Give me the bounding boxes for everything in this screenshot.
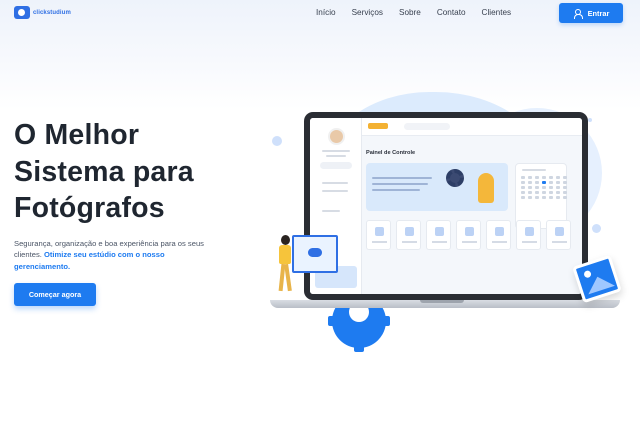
decor-dot (588, 118, 592, 122)
shortcut-card (516, 220, 541, 250)
hero-illustration: Painel de Controle (262, 88, 640, 352)
nav-link-servicos[interactable]: Serviços (352, 8, 383, 17)
dashboard-logo (368, 123, 388, 129)
hero-title-line-3: Fotógrafos (14, 192, 165, 224)
brand-name: clickstudium (33, 9, 71, 16)
cloud-upload-icon (308, 248, 322, 257)
hero-title: O Melhor Sistema para Fotógrafos (14, 117, 264, 227)
brand-logo[interactable]: clickstudium (14, 6, 71, 19)
hero-subtitle: Segurança, organização e boa experiência… (14, 238, 214, 272)
top-navbar: clickstudium Início Serviços Sobre Conta… (0, 0, 640, 26)
decor-dot (592, 224, 601, 233)
shortcut-card (546, 220, 571, 250)
upload-board (292, 235, 338, 273)
nav-link-sobre[interactable]: Sobre (399, 8, 421, 17)
dashboard-search (404, 123, 450, 130)
person-body (279, 245, 291, 264)
hero-title-line-2: Sistema para (14, 155, 194, 188)
shortcut-card (486, 220, 511, 250)
person-head (281, 235, 290, 245)
shortcut-card (426, 220, 451, 250)
nav-link-inicio[interactable]: Início (316, 8, 336, 17)
shortcut-card (456, 220, 481, 250)
login-button-label: Entrar (587, 8, 610, 18)
laptop-notch (420, 300, 464, 303)
dashboard-topbar (362, 118, 582, 136)
nav-link-contato[interactable]: Contato (437, 8, 466, 17)
hero-title-line-1: O Melhor (14, 119, 140, 151)
camera-logo-icon (14, 6, 30, 19)
gear-icon (446, 169, 464, 187)
dashboard-shortcuts (366, 220, 571, 250)
person-figure (478, 173, 494, 203)
avatar (328, 128, 345, 145)
sidebar-pill (320, 162, 352, 169)
user-icon (573, 8, 583, 19)
dashboard-banner (366, 163, 508, 211)
person-leg (284, 263, 292, 292)
nav-link-clientes[interactable]: Clientes (482, 8, 512, 17)
dashboard-title: Painel de Controle (366, 150, 416, 156)
login-button[interactable]: Entrar (559, 3, 623, 23)
decor-dot (272, 136, 282, 146)
get-started-button[interactable]: Começar agora (14, 283, 96, 306)
shortcut-card (366, 220, 391, 250)
main-menu: Início Serviços Sobre Contato Clientes (316, 8, 527, 17)
shortcut-card (396, 220, 421, 250)
